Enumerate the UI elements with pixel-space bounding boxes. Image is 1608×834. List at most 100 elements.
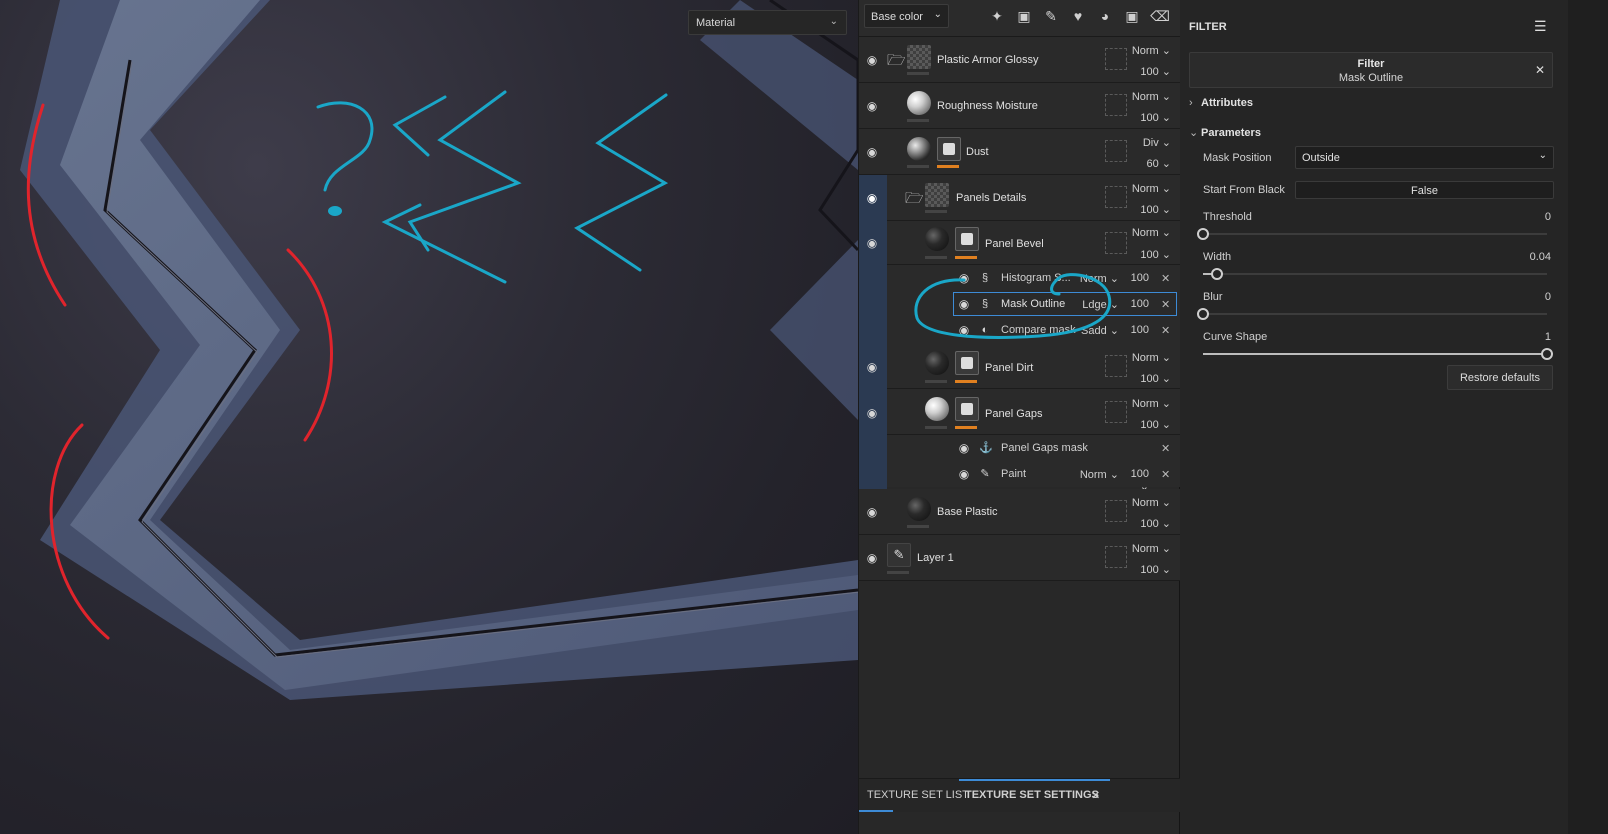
mask-slot[interactable] xyxy=(1105,500,1127,522)
slider-knob[interactable] xyxy=(1197,308,1209,320)
blend-mode[interactable]: Norm ⌄ xyxy=(1129,397,1171,410)
blend-mode[interactable]: Norm ⌄ xyxy=(1129,351,1171,364)
width-value[interactable]: 0.04 xyxy=(1530,251,1551,263)
slider-knob[interactable] xyxy=(1210,268,1223,280)
curve-shape-value[interactable]: 1 xyxy=(1545,331,1551,343)
close-icon[interactable]: ✕ xyxy=(1161,468,1170,481)
opacity[interactable]: 100 ⌄ xyxy=(1129,65,1171,78)
mask-thumbnail[interactable] xyxy=(955,227,979,251)
brush-icon[interactable]: ✎ xyxy=(1041,6,1061,26)
section-attributes[interactable]: › Attributes xyxy=(1189,97,1253,109)
material-select[interactable]: Material ⌄ xyxy=(688,10,847,35)
blend-mode[interactable]: Div ⌄ xyxy=(1129,136,1171,149)
blend-mode[interactable]: Norm ⌄ xyxy=(1129,226,1171,239)
layer-row[interactable]: ◉ Dust Div ⌄ 60 ⌄ xyxy=(859,129,1181,175)
threshold-slider[interactable] xyxy=(1197,228,1547,240)
layer-name: Layer 1 xyxy=(917,552,954,564)
layer-row[interactable]: ◉ 🗁 Plastic Armor Glossy Norm ⌄ 100 ⌄ xyxy=(859,37,1181,83)
mask-position-value: Outside xyxy=(1302,152,1340,164)
eye-icon[interactable]: ◉ xyxy=(956,442,972,454)
layer-row[interactable]: Panel Gaps Norm ⌄ 100 ⌄ xyxy=(887,389,1181,435)
section-parameters[interactable]: ⌄ Parameters xyxy=(1189,126,1261,139)
opacity[interactable]: 100 ⌄ xyxy=(1129,203,1171,216)
layer-row[interactable]: ◉ Roughness Moisture Norm ⌄ 100 ⌄ xyxy=(859,83,1181,129)
blend-mode[interactable]: Norm ⌄ xyxy=(1129,496,1171,509)
eye-icon[interactable]: ◉ xyxy=(864,361,880,373)
close-icon[interactable]: ✕ xyxy=(1161,324,1170,337)
blend-mode[interactable]: Norm ⌄ xyxy=(1129,90,1171,103)
3d-viewport[interactable]: Material ⌄ xyxy=(0,0,858,834)
channel-select[interactable]: Base color ⌄ xyxy=(864,4,949,28)
filter-name: Mask Outline xyxy=(1338,72,1404,84)
curve-shape-slider[interactable] xyxy=(1203,348,1553,360)
mask-slot[interactable] xyxy=(1105,140,1127,162)
close-icon[interactable]: ✕ xyxy=(1161,272,1170,285)
mask-thumbnail[interactable] xyxy=(937,137,961,161)
eye-icon[interactable]: ◉ xyxy=(864,552,880,564)
blend-mode[interactable]: Norm ⌄ xyxy=(1129,542,1171,555)
channel-select-label: Base color xyxy=(871,11,923,23)
mask-thumbnail[interactable] xyxy=(955,351,979,375)
opacity[interactable]: 100 ⌄ xyxy=(1129,517,1171,530)
close-icon[interactable]: ✕ xyxy=(1161,442,1170,455)
tab-texture-set-list[interactable]: TEXTURE SET LIST xyxy=(867,789,969,801)
filter-selector[interactable]: Filter Mask Outline ✕ xyxy=(1189,52,1553,88)
blend-mode[interactable]: Norm ⌄ xyxy=(1129,44,1171,57)
mask-position-label: Mask Position xyxy=(1203,152,1272,164)
mask-slot[interactable] xyxy=(1105,232,1127,254)
layer-row[interactable]: Panel Bevel Norm ⌄ 100 ⌄ xyxy=(887,221,1181,265)
mask-slot[interactable] xyxy=(1105,546,1127,568)
mask-slot[interactable] xyxy=(1105,355,1127,377)
eye-icon[interactable]: ◉ xyxy=(864,237,880,249)
trash-icon[interactable]: ⌫ xyxy=(1150,6,1170,26)
blur-value[interactable]: 0 xyxy=(1545,291,1551,303)
layer-name: Base Plastic xyxy=(937,506,998,518)
layer-row[interactable]: ◉ ✎ Layer 1 Norm ⌄ 100 ⌄ xyxy=(859,535,1181,581)
restore-defaults-button[interactable]: Restore defaults xyxy=(1447,365,1553,390)
paint-layer-thumbnail: ✎ xyxy=(887,543,911,567)
opacity[interactable]: 100 ⌄ xyxy=(1129,111,1171,124)
mask-icon[interactable]: ▣ xyxy=(1014,6,1034,26)
eye-icon[interactable]: ◉ xyxy=(956,468,972,480)
fill-icon[interactable]: ♥ xyxy=(1068,6,1088,26)
layer-row[interactable]: ◉ Base Plastic Norm ⌄ 100 ⌄ xyxy=(859,489,1181,535)
start-from-black-toggle[interactable]: False xyxy=(1295,181,1554,199)
slider-knob[interactable] xyxy=(1197,228,1209,240)
menu-icon[interactable]: ☰ xyxy=(1534,18,1548,34)
eye-icon[interactable]: ◉ xyxy=(864,100,880,112)
folder-icon[interactable]: ▣ xyxy=(1122,6,1142,26)
opacity[interactable]: 100 ⌄ xyxy=(1129,418,1171,431)
effect-item[interactable]: ◉ ✎ Paint Norm ⌄ 100 ⌄ ✕ xyxy=(887,461,1181,493)
opacity[interactable]: 60 ⌄ xyxy=(1129,157,1171,170)
opacity[interactable]: 100 ⌄ xyxy=(1129,563,1171,576)
mask-slot[interactable] xyxy=(1105,186,1127,208)
mask-slot[interactable] xyxy=(1105,94,1127,116)
eye-icon[interactable]: ◉ xyxy=(864,192,880,204)
tab-texture-set-settings[interactable]: TEXTURE SET SETTINGS xyxy=(965,789,1099,801)
opacity[interactable]: 100 ⌄ xyxy=(1129,248,1171,261)
mask-position-select[interactable]: Outside ⌄ xyxy=(1295,146,1554,169)
width-slider[interactable] xyxy=(1203,268,1547,280)
slider-knob[interactable] xyxy=(1541,348,1553,360)
blend-mode[interactable]: Norm ⌄ xyxy=(1129,182,1171,195)
eye-icon[interactable]: ◉ xyxy=(864,54,880,66)
blend-mode[interactable]: Norm ⌄ xyxy=(1077,468,1119,481)
eye-icon[interactable]: ◉ xyxy=(864,146,880,158)
mask-slot[interactable] xyxy=(1105,401,1127,423)
layer-row[interactable]: 🗁 Panels Details Norm ⌄ 100 ⌄ xyxy=(887,175,1181,221)
layer-row[interactable]: Panel Dirt Norm ⌄ 100 ⌄ xyxy=(887,343,1181,389)
opacity[interactable]: 100 ⌄ xyxy=(1129,372,1171,385)
layer-name: Panels Details xyxy=(956,192,1027,204)
close-icon[interactable]: ✕ xyxy=(1535,63,1545,77)
eye-icon[interactable]: ◉ xyxy=(864,407,880,419)
threshold-value[interactable]: 0 xyxy=(1545,211,1551,223)
magic-wand-icon[interactable]: ✦ xyxy=(987,6,1007,26)
effect-item[interactable]: ◉ ⚓ Panel Gaps mask ✕ xyxy=(887,435,1181,461)
mask-slot[interactable] xyxy=(1105,48,1127,70)
blur-slider[interactable] xyxy=(1197,308,1547,320)
close-icon[interactable]: ✕ xyxy=(1161,298,1170,311)
eye-icon[interactable]: ◉ xyxy=(864,506,880,518)
close-icon[interactable]: ✕ xyxy=(1091,789,1100,802)
palette-icon[interactable]: ◕ xyxy=(1095,6,1115,26)
mask-thumbnail[interactable] xyxy=(955,397,979,421)
